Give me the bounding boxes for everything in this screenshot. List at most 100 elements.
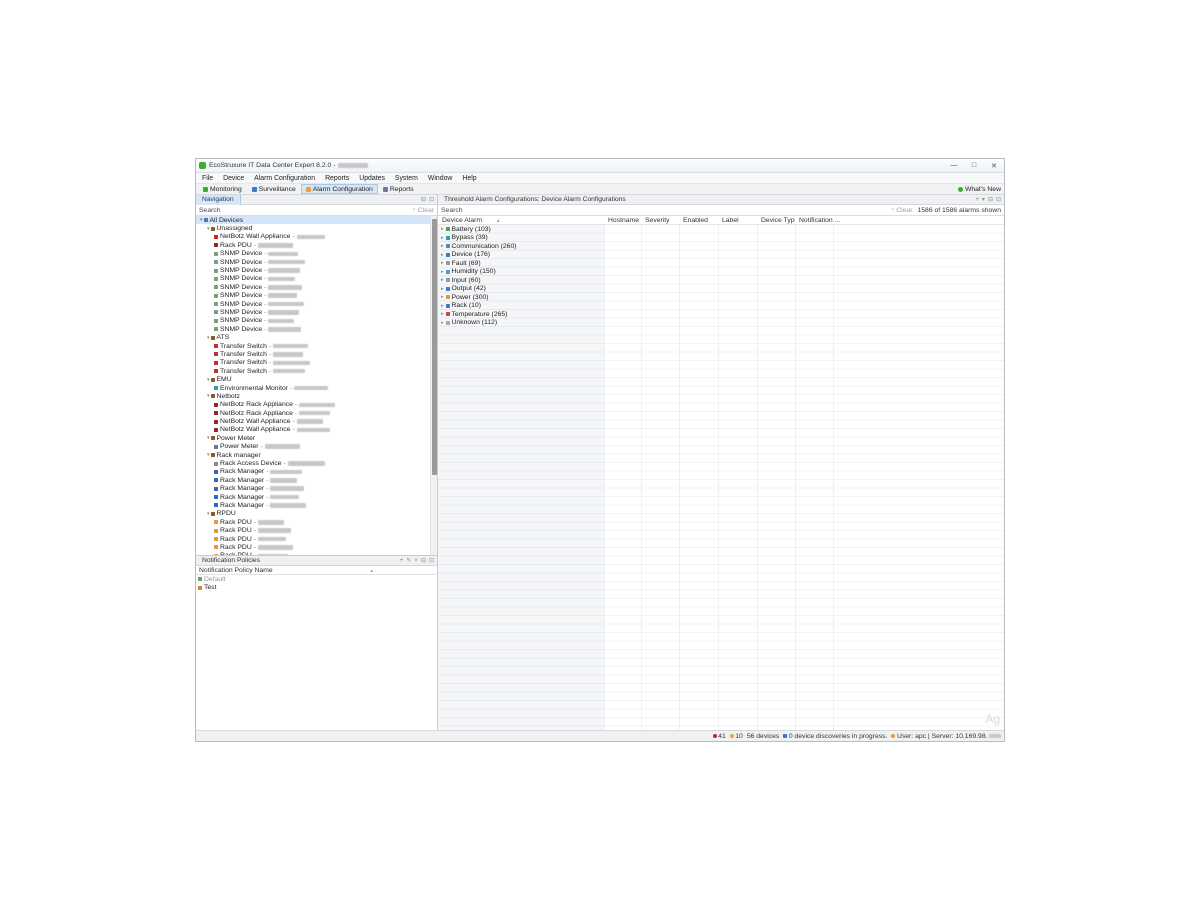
tree-scrollbar[interactable] xyxy=(430,216,437,555)
tree-item[interactable]: Rack Manager- xyxy=(196,493,437,501)
alarm-group-row[interactable]: ▸Battery (103) xyxy=(438,225,1004,234)
tree-item[interactable]: SNMP Device- xyxy=(196,266,437,274)
perspective-monitoring[interactable]: Monitoring xyxy=(198,184,247,194)
menu-item-window[interactable]: Window xyxy=(423,175,458,182)
tree-item[interactable]: Rack PDU- xyxy=(196,535,437,543)
edit-policy-icon[interactable]: ✎ xyxy=(406,558,411,564)
minimize-button[interactable]: — xyxy=(944,159,964,172)
tree-item[interactable]: Transfer Switch- xyxy=(196,367,437,375)
menu-item-file[interactable]: File xyxy=(197,175,218,182)
menu-item-device[interactable]: Device xyxy=(218,175,249,182)
expand-arrow-icon[interactable]: ▸ xyxy=(441,277,444,283)
tree-item[interactable]: SNMP Device- xyxy=(196,258,437,266)
alarm-group-row[interactable]: ▸Unknown (112) xyxy=(438,319,1004,328)
tree-item[interactable]: SNMP Device- xyxy=(196,275,437,283)
expand-arrow-icon[interactable]: ▸ xyxy=(441,252,444,258)
tree-item[interactable]: Rack Manager- xyxy=(196,485,437,493)
delete-policy-icon[interactable]: × xyxy=(414,558,418,564)
tree-item[interactable]: Rack PDU- xyxy=(196,552,437,556)
alarm-group-row[interactable]: ▸Rack (10) xyxy=(438,302,1004,311)
expand-arrow-icon[interactable]: ▾ xyxy=(207,377,210,383)
alarm-group-row[interactable]: ▸Fault (69) xyxy=(438,259,1004,268)
tree-item[interactable]: ▾ATS xyxy=(196,333,437,341)
tree-item[interactable]: SNMP Device- xyxy=(196,317,437,325)
minimize-panel-icon[interactable]: ⊟ xyxy=(988,197,993,203)
policy-name-column-header[interactable]: Notification Policy Name ▲ xyxy=(196,566,437,575)
tree-item[interactable]: Rack PDU- xyxy=(196,518,437,526)
tree-item[interactable]: Rack PDU- xyxy=(196,543,437,551)
tree-item[interactable]: ▾Netbotz xyxy=(196,392,437,400)
perspective-alarm-configuration[interactable]: Alarm Configuration xyxy=(301,184,378,194)
expand-arrow-icon[interactable]: ▸ xyxy=(441,243,444,249)
alarm-group-row[interactable]: ▸Temperature (265) xyxy=(438,310,1004,319)
filter-icon[interactable]: ▾ xyxy=(982,197,985,203)
tree-item[interactable]: ▾Power Meter xyxy=(196,434,437,442)
device-search-clear[interactable]: × Clear xyxy=(413,207,434,214)
column-header-label[interactable]: Label xyxy=(718,216,757,224)
column-header-device-type[interactable]: Device Type xyxy=(757,216,795,224)
expand-arrow-icon[interactable]: ▾ xyxy=(200,217,203,223)
tree-item[interactable]: Power Meter- xyxy=(196,443,437,451)
menu-item-system[interactable]: System xyxy=(390,175,423,182)
expand-arrow-icon[interactable]: ▾ xyxy=(207,393,210,399)
policy-row[interactable]: Default xyxy=(196,575,437,584)
device-search-input[interactable] xyxy=(199,207,413,214)
expand-arrow-icon[interactable]: ▸ xyxy=(441,269,444,275)
alarm-group-row[interactable]: ▸Communication (260) xyxy=(438,242,1004,251)
alarm-group-row[interactable]: ▸Output (42) xyxy=(438,285,1004,294)
alarm-search-input[interactable] xyxy=(441,207,891,214)
tree-item[interactable]: SNMP Device- xyxy=(196,250,437,258)
maximize-panel-icon[interactable]: ⊡ xyxy=(429,197,434,203)
column-header-device-alarm[interactable]: Device Alarm▲ xyxy=(438,216,604,224)
tab-notification-policies[interactable]: Notification Policies xyxy=(196,556,266,566)
add-icon[interactable]: + xyxy=(975,197,979,203)
column-header-hostname[interactable]: Hostname xyxy=(604,216,641,224)
tree-item[interactable]: NetBotz Wall Appliance- xyxy=(196,417,437,425)
tree-item[interactable]: Environmental Monitor- xyxy=(196,384,437,392)
alarm-search-clear[interactable]: × Clear 1586 of 1586 alarms shown xyxy=(891,207,1001,214)
expand-arrow-icon[interactable]: ▸ xyxy=(441,320,444,326)
tree-item[interactable]: SNMP Device- xyxy=(196,283,437,291)
expand-arrow-icon[interactable]: ▸ xyxy=(441,260,444,266)
column-header-notification-[interactable]: Notification ... xyxy=(795,216,1004,224)
tree-item[interactable]: NetBotz Wall Appliance- xyxy=(196,426,437,434)
tree-item[interactable]: Rack Manager- xyxy=(196,468,437,476)
policy-row[interactable]: Test xyxy=(196,584,437,593)
minimize-panel-icon[interactable]: ⊟ xyxy=(421,197,426,203)
column-header-enabled[interactable]: Enabled xyxy=(679,216,718,224)
tree-item[interactable]: ▾EMU xyxy=(196,375,437,383)
alarm-group-row[interactable]: ▸Humidity (150) xyxy=(438,268,1004,277)
expand-arrow-icon[interactable]: ▸ xyxy=(441,303,444,309)
expand-arrow-icon[interactable]: ▸ xyxy=(441,311,444,317)
expand-arrow-icon[interactable]: ▾ xyxy=(207,452,210,458)
tree-item[interactable]: Transfer Switch- xyxy=(196,350,437,358)
alarm-group-row[interactable]: ▸Input (60) xyxy=(438,276,1004,285)
alarm-group-row[interactable]: ▸Power (300) xyxy=(438,293,1004,302)
tree-item[interactable]: SNMP Device- xyxy=(196,325,437,333)
tab-threshold-device-alarm-configurations[interactable]: Threshold Alarm Configurations: Device A… xyxy=(438,195,632,205)
expand-arrow-icon[interactable]: ▾ xyxy=(207,226,210,232)
tree-item[interactable]: Rack PDU- xyxy=(196,526,437,534)
expand-arrow-icon[interactable]: ▸ xyxy=(441,294,444,300)
close-button[interactable]: ✕ xyxy=(984,159,1004,172)
maximize-panel-icon[interactable]: ⊡ xyxy=(996,197,1001,203)
tree-item[interactable]: Transfer Switch- xyxy=(196,359,437,367)
perspective-reports[interactable]: Reports xyxy=(378,184,419,194)
add-policy-icon[interactable]: + xyxy=(400,558,404,564)
tree-item[interactable]: SNMP Device- xyxy=(196,300,437,308)
tree-item[interactable]: Rack PDU- xyxy=(196,241,437,249)
maximize-button[interactable]: □ xyxy=(964,159,984,172)
tree-item[interactable]: NetBotz Rack Appliance- xyxy=(196,401,437,409)
expand-arrow-icon[interactable]: ▸ xyxy=(441,226,444,232)
perspective-surveillance[interactable]: Surveillance xyxy=(247,184,301,194)
expand-arrow-icon[interactable]: ▾ xyxy=(207,511,210,517)
tree-item[interactable]: ▾RPDU xyxy=(196,510,437,518)
tree-item[interactable]: Transfer Switch- xyxy=(196,342,437,350)
whats-new-link[interactable]: What's New xyxy=(958,186,1004,193)
tree-item[interactable]: Rack Manager- xyxy=(196,476,437,484)
tree-item[interactable]: NetBotz Wall Appliance- xyxy=(196,233,437,241)
expand-arrow-icon[interactable]: ▾ xyxy=(207,435,210,441)
expand-arrow-icon[interactable]: ▸ xyxy=(441,286,444,292)
expand-arrow-icon[interactable]: ▾ xyxy=(207,335,210,341)
tree-item[interactable]: Rack Access Device- xyxy=(196,459,437,467)
